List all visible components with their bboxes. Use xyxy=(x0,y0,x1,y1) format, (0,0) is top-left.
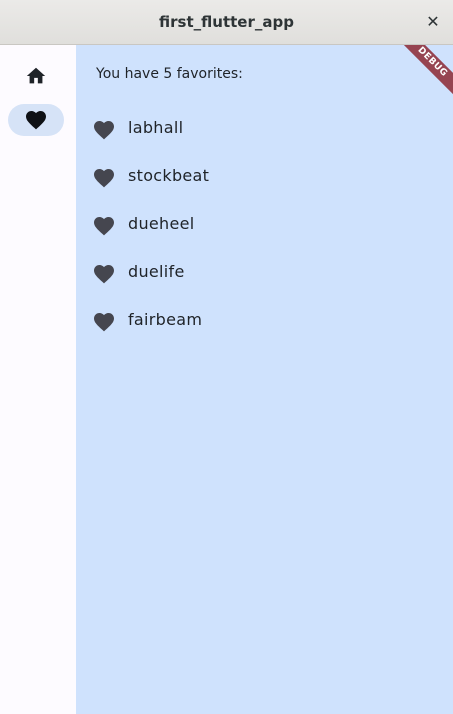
favorite-list-item[interactable]: labhall xyxy=(76,106,453,154)
nav-favorites-button[interactable] xyxy=(8,104,64,136)
favorite-list-item[interactable]: fairbeam xyxy=(76,298,453,346)
favorites-list: labhall stockbeat dueheel duelife fairbe… xyxy=(76,106,453,346)
close-button[interactable]: ✕ xyxy=(423,12,443,32)
favorite-list-item[interactable]: stockbeat xyxy=(76,154,453,202)
navigation-rail xyxy=(0,45,76,714)
favorite-list-item[interactable]: dueheel xyxy=(76,202,453,250)
favorite-label: labhall xyxy=(128,118,184,137)
home-icon xyxy=(26,67,46,84)
heart-icon xyxy=(26,111,46,130)
favorite-label: fairbeam xyxy=(128,310,203,329)
heart-icon xyxy=(94,313,114,332)
heart-icon xyxy=(94,121,114,140)
favorites-page: You have 5 favorites: labhall stockbeat … xyxy=(76,45,453,714)
favorite-list-item[interactable]: duelife xyxy=(76,250,453,298)
nav-home-button[interactable] xyxy=(8,60,64,92)
favorite-label: duelife xyxy=(128,262,185,281)
heart-icon xyxy=(94,265,114,284)
heart-icon xyxy=(94,217,114,236)
debug-banner: DEBUG xyxy=(396,45,453,99)
window-title: first_flutter_app xyxy=(159,13,294,31)
favorite-label: dueheel xyxy=(128,214,195,233)
favorites-count: You have 5 favorites: xyxy=(96,66,243,82)
app-window: first_flutter_app ✕ You have 5 favorites… xyxy=(0,0,453,714)
heart-icon xyxy=(94,169,114,188)
favorite-label: stockbeat xyxy=(128,166,210,185)
title-bar[interactable]: first_flutter_app ✕ xyxy=(0,0,453,45)
